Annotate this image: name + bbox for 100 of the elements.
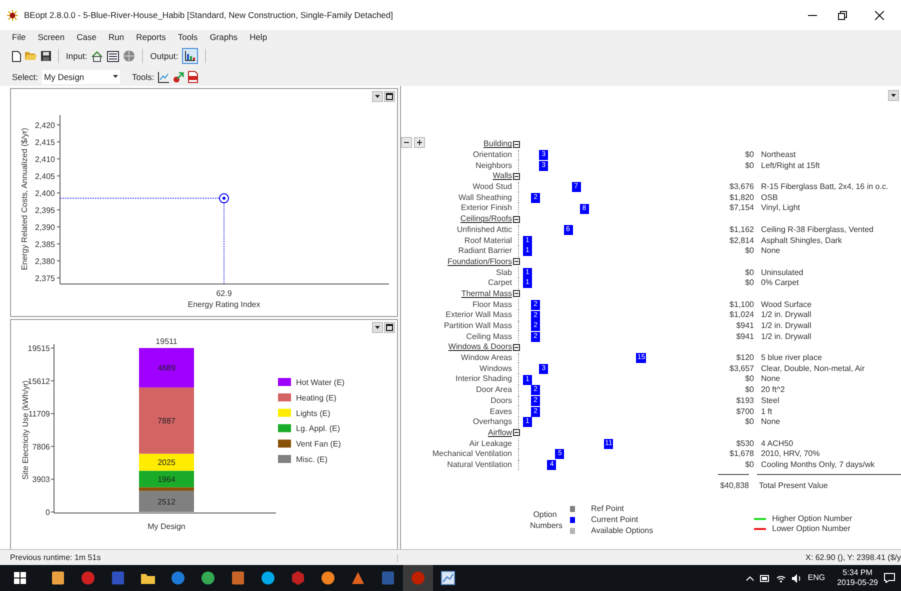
panel-menu-button[interactable]	[372, 322, 383, 333]
option-name: Neighbors	[474, 162, 512, 170]
option-cost: $0	[744, 375, 754, 384]
option-description: None	[761, 247, 780, 256]
collapse-icon[interactable]	[513, 290, 520, 298]
circle-icon[interactable]	[80, 570, 96, 586]
legend-label: Vent Fan (E)	[296, 440, 341, 449]
panel-menu-button[interactable]	[372, 91, 383, 102]
close-icon	[874, 10, 884, 20]
legend-label: Lights (E)	[296, 408, 330, 418]
speaker-icon[interactable]	[792, 574, 802, 582]
option-name: Windows	[478, 364, 512, 373]
collapse-icon[interactable]	[513, 172, 520, 180]
option-cost: $530	[735, 440, 754, 448]
window-title: BEopt 2.8.0.0 - 5-Blue-River-House_Habib [Standard, New Construction, Single-Family Detached]	[24, 8, 393, 22]
language-indicator[interactable]: ENG	[808, 574, 826, 582]
option-name: Exterior Finish	[460, 204, 512, 212]
option-name: Partition Wall Mass	[442, 322, 512, 330]
line-chart-icon[interactable]	[158, 72, 170, 82]
y-tick-label: 2,420	[34, 120, 55, 130]
maximize-button[interactable]	[384, 91, 395, 102]
collapse-icon[interactable]	[513, 258, 520, 266]
zoom-out-button[interactable]	[401, 137, 412, 148]
house-icon[interactable]	[91, 50, 104, 62]
list-icon[interactable]	[107, 50, 120, 62]
output-label: Output:	[150, 52, 178, 60]
bar-value-label: 1964	[158, 475, 176, 484]
menu-item[interactable]: Case	[72, 32, 102, 42]
menu-item[interactable]: Reports	[131, 32, 171, 42]
bar-chart-button[interactable]	[182, 48, 198, 64]
option-description: 1/2 in. Drywall	[761, 332, 812, 341]
sun-logo-icon	[7, 10, 18, 20]
arrow-icon[interactable]	[173, 72, 184, 82]
option-description: Vinyl, Light	[761, 204, 800, 212]
option-cost: $0	[744, 268, 754, 277]
menu-item[interactable]: File	[7, 32, 31, 42]
bar-chart-icon	[185, 51, 196, 61]
option-cost: $700	[735, 408, 754, 416]
option-cost: $193	[735, 396, 754, 405]
option-name: Window Areas	[460, 354, 512, 362]
plus-icon	[417, 140, 422, 145]
option-description: None	[761, 418, 780, 426]
bar-total-label: 19511	[156, 337, 178, 346]
option-description: 1 ft	[761, 408, 772, 416]
design-dropdown[interactable]: My Design	[42, 70, 120, 84]
collapse-icon[interactable]	[513, 344, 520, 351]
circle-icon[interactable]	[200, 570, 216, 586]
square-icon[interactable]	[230, 570, 246, 586]
group-heading: Foundation/Floors	[448, 258, 512, 266]
y-tick-label: 2,405	[34, 172, 55, 181]
y-tick-label: 2,415	[34, 138, 55, 147]
y-tick-label: 2,375	[34, 274, 55, 283]
option-description: None	[761, 375, 780, 384]
document-icon[interactable]	[380, 570, 396, 586]
option-cost: $2,814	[728, 236, 754, 245]
option-description: Asphalt Shingles, Dark	[761, 236, 842, 245]
option-description: Wood Surface	[761, 300, 812, 309]
windows-logo-icon	[14, 572, 26, 584]
hexagon-icon[interactable]	[290, 570, 306, 586]
menu-item[interactable]: Help	[244, 32, 272, 42]
caret-icon	[375, 94, 380, 99]
collapse-icon[interactable]	[513, 216, 520, 223]
save-icon[interactable]	[41, 51, 51, 61]
menu-item[interactable]: Graphs	[204, 32, 243, 42]
option-description: Clear, Double, Non-metal, Air	[761, 364, 865, 373]
chevron-up-icon[interactable]	[746, 576, 754, 580]
caret-icon	[891, 93, 896, 98]
maximize-button[interactable]	[384, 322, 395, 333]
option-cost: $0	[744, 151, 754, 160]
x-axis-label: Energy Rating Index	[188, 300, 260, 309]
option-description: Steel	[761, 396, 780, 405]
group-heading: Building	[484, 140, 512, 148]
wifi-icon[interactable]	[776, 574, 786, 582]
circle-icon[interactable]	[260, 570, 276, 586]
menu-item[interactable]: Tools	[172, 32, 203, 42]
clock-time: 5:34 PM	[842, 568, 872, 578]
line-chart-icon[interactable]	[440, 570, 456, 586]
clock-date: 2019-05-29	[837, 578, 878, 588]
battery-icon[interactable]	[760, 574, 770, 582]
collapse-icon[interactable]	[513, 429, 520, 436]
legend-label: Available Options	[591, 526, 654, 535]
circle-icon[interactable]	[320, 570, 336, 586]
menu-item[interactable]: Screen	[32, 32, 70, 42]
report-icon[interactable]	[188, 71, 198, 83]
option-cost: $941	[735, 322, 754, 330]
zoom-in-button[interactable]	[414, 137, 425, 148]
collapse-icon[interactable]	[513, 140, 520, 148]
triangle-icon[interactable]	[350, 570, 366, 586]
bar-value-label: 2025	[158, 458, 176, 468]
notification-icon[interactable]	[884, 573, 895, 583]
new-file-icon[interactable]	[12, 50, 21, 62]
y-tick-label: 2,390	[34, 222, 55, 232]
total-label: Total Present Value	[759, 482, 828, 490]
option-name: Eaves	[488, 408, 512, 416]
group-heading: Walls	[492, 172, 512, 180]
document-icon[interactable]	[110, 570, 126, 586]
option-cost: $1,024	[728, 311, 754, 320]
panel-menu-button[interactable]	[888, 90, 899, 101]
menu-item[interactable]: Run	[103, 32, 130, 42]
option-name: Orientation	[472, 151, 512, 160]
